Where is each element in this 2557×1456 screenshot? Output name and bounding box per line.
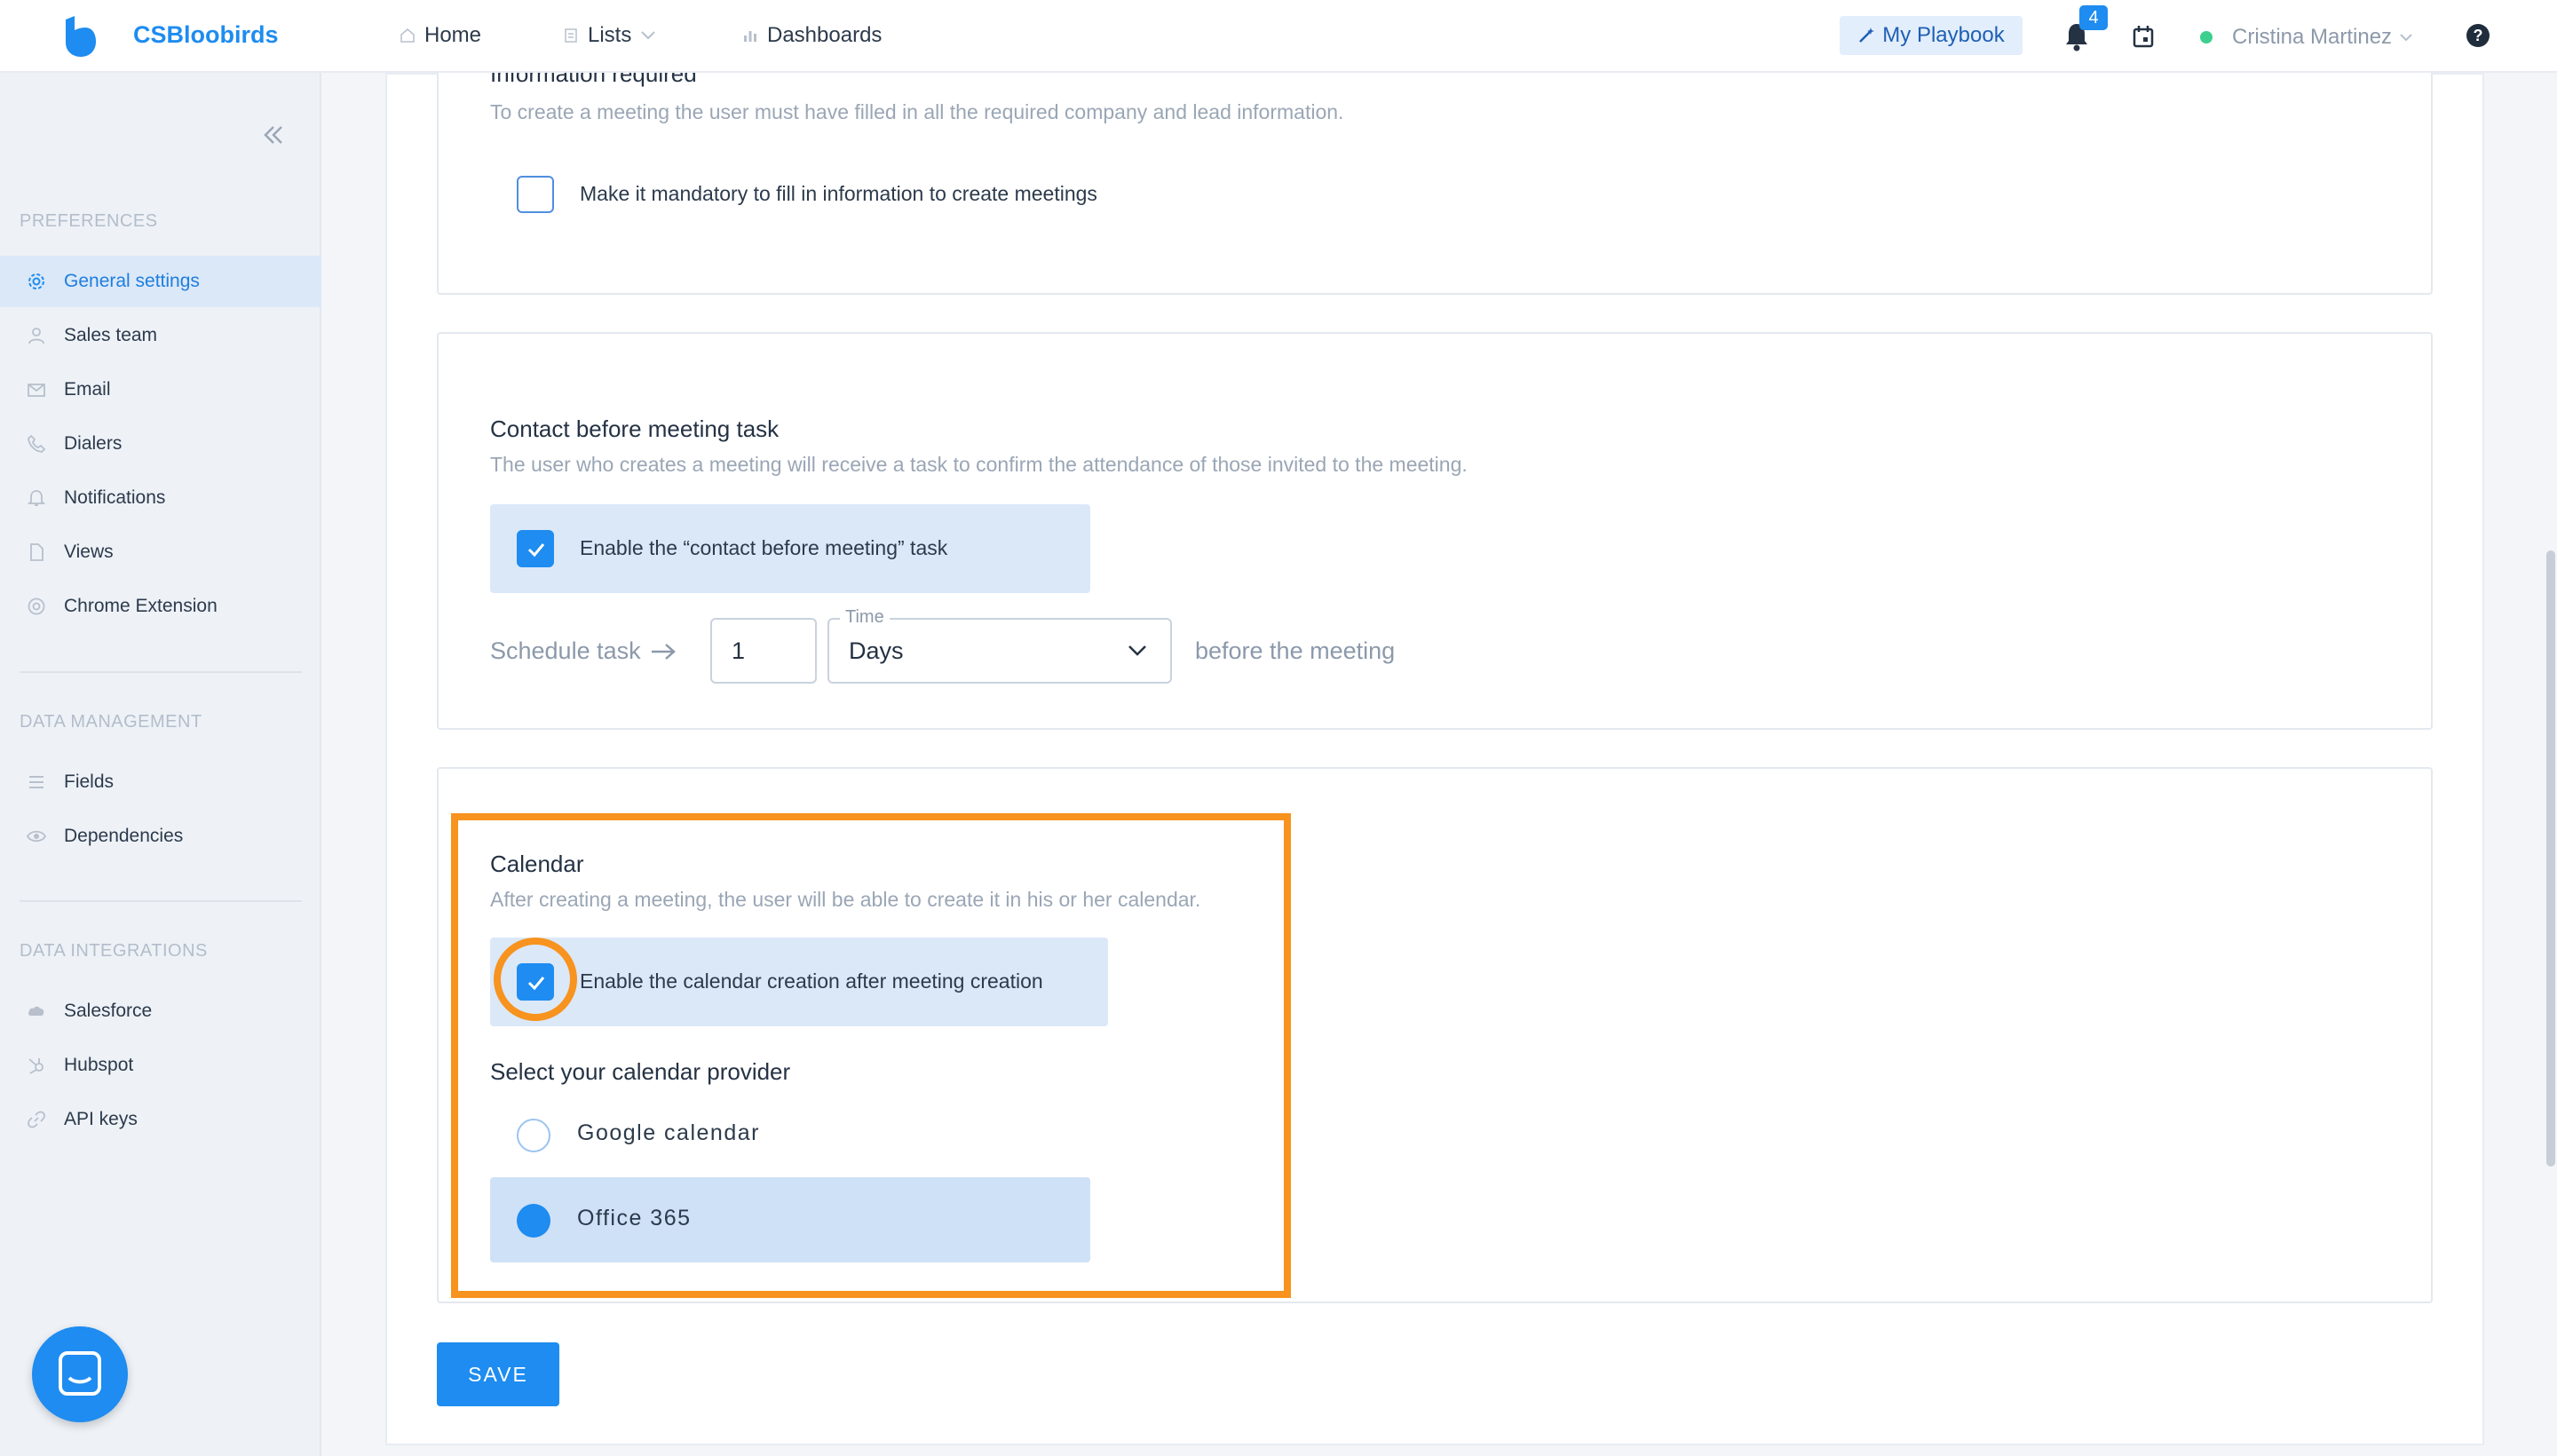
chevron-down-icon bbox=[1128, 645, 1146, 656]
time-unit-select[interactable]: Time Days bbox=[827, 607, 1172, 684]
sidebar-item-label: Dialers bbox=[64, 433, 123, 454]
user-name: Cristina Martinez bbox=[2232, 25, 2393, 49]
document-icon bbox=[30, 543, 44, 561]
bell-icon bbox=[27, 490, 46, 506]
chat-icon bbox=[59, 1351, 101, 1396]
preferences-section-label: PREFERENCES bbox=[20, 211, 158, 231]
notification-count-badge: 4 bbox=[2079, 5, 2108, 30]
chat-widget-button[interactable] bbox=[32, 1326, 128, 1422]
mandatory-info-checkbox[interactable] bbox=[517, 176, 554, 213]
vertical-scrollbar[interactable] bbox=[2546, 550, 2555, 1167]
gear-icon bbox=[28, 273, 44, 289]
nav-lists-label: Lists bbox=[588, 23, 632, 47]
sidebar-item-label: General settings bbox=[64, 271, 200, 291]
contact-task-checkbox[interactable] bbox=[517, 530, 554, 567]
contact-before-meeting-title: Contact before meeting task bbox=[490, 415, 780, 442]
magic-wand-icon bbox=[1859, 28, 1875, 43]
chevron-down-icon bbox=[2400, 34, 2412, 42]
sidebar-item-email[interactable]: Email bbox=[0, 364, 321, 415]
sidebar-item-label: Chrome Extension bbox=[64, 596, 218, 616]
nav-dashboards-label: Dashboards bbox=[767, 23, 883, 47]
my-playbook-button[interactable]: My Playbook bbox=[1840, 16, 2023, 55]
sidebar-divider bbox=[20, 671, 302, 673]
sidebar-divider bbox=[20, 900, 302, 902]
sidebar-item-label: API keys bbox=[64, 1109, 138, 1129]
sidebar-item-general-settings[interactable]: General settings bbox=[0, 256, 321, 307]
mandatory-info-checkbox-label[interactable]: Make it mandatory to fill in information… bbox=[580, 182, 1097, 206]
bar-chart-icon bbox=[744, 31, 756, 42]
checkmark-icon bbox=[527, 543, 545, 558]
sidebar-item-api-keys[interactable]: API keys bbox=[0, 1094, 321, 1145]
sidebar-item-label: Hubspot bbox=[64, 1055, 134, 1075]
time-select-value: Days bbox=[849, 637, 904, 664]
sidebar-item-label: Fields bbox=[64, 772, 115, 792]
top-navigation-bar: CSBloobirds Home Lists Dashboards My Pla… bbox=[0, 0, 2557, 73]
help-icon[interactable]: ? bbox=[2466, 24, 2490, 47]
schedule-task-text: Schedule task bbox=[490, 637, 641, 664]
before-the-meeting-label: before the meeting bbox=[1195, 637, 1396, 664]
sidebar-item-hubspot[interactable]: Hubspot bbox=[0, 1040, 321, 1091]
cloud-icon bbox=[28, 1006, 44, 1016]
sidebar-item-dependencies[interactable]: Dependencies bbox=[0, 811, 321, 862]
information-required-description: To create a meeting the user must have f… bbox=[490, 100, 1344, 123]
sidebar-item-chrome-extension[interactable]: Chrome Extension bbox=[0, 581, 321, 632]
sidebar-item-label: Email bbox=[64, 379, 111, 400]
link-icon bbox=[28, 1111, 45, 1128]
contact-task-checkbox-label[interactable]: Enable the “contact before meeting” task bbox=[580, 536, 947, 560]
schedule-task-label: Schedule task bbox=[490, 637, 677, 665]
brand-name[interactable]: CSBloobirds bbox=[133, 21, 279, 49]
eye-icon bbox=[27, 830, 46, 843]
chrome-icon bbox=[28, 597, 45, 615]
list-icon bbox=[565, 28, 577, 43]
contact-before-meeting-description: The user who creates a meeting will rece… bbox=[490, 453, 1468, 476]
sidebar-item-sales-team[interactable]: Sales team bbox=[0, 310, 321, 361]
sidebar-item-salesforce[interactable]: Salesforce bbox=[0, 985, 321, 1037]
my-playbook-label: My Playbook bbox=[1882, 23, 2005, 47]
sidebar-item-notifications[interactable]: Notifications bbox=[0, 472, 321, 524]
time-select-legend: Time bbox=[840, 607, 890, 628]
settings-sidebar: PREFERENCES General settings Sales team … bbox=[0, 73, 321, 1456]
home-icon bbox=[400, 28, 415, 43]
envelope-icon bbox=[28, 384, 45, 397]
nav-lists[interactable]: Lists bbox=[563, 23, 656, 48]
phone-icon bbox=[28, 434, 46, 453]
list-icon bbox=[29, 776, 44, 788]
nav-home-label: Home bbox=[424, 23, 482, 47]
calendar-icon[interactable] bbox=[2133, 25, 2154, 48]
online-status-dot bbox=[2200, 31, 2213, 44]
sidebar-item-views[interactable]: Views bbox=[0, 526, 321, 578]
collapse-sidebar-icon[interactable] bbox=[261, 123, 286, 147]
schedule-amount-input[interactable]: 1 bbox=[710, 618, 817, 684]
data-integrations-section-label: DATA INTEGRATIONS bbox=[20, 941, 208, 961]
user-menu[interactable]: Cristina Martinez bbox=[2232, 25, 2413, 50]
sidebar-item-label: Salesforce bbox=[64, 1001, 153, 1021]
hubspot-icon bbox=[28, 1058, 44, 1074]
sidebar-item-label: Dependencies bbox=[64, 826, 184, 846]
sidebar-item-dialers[interactable]: Dialers bbox=[0, 418, 321, 470]
sidebar-item-label: Notifications bbox=[64, 487, 166, 508]
calendar-checkbox-highlight-circle bbox=[494, 938, 577, 1021]
sidebar-item-fields[interactable]: Fields bbox=[0, 756, 321, 808]
chevron-down-icon bbox=[641, 31, 656, 40]
data-management-section-label: DATA MANAGEMENT bbox=[20, 712, 202, 732]
nav-home[interactable]: Home bbox=[400, 23, 481, 48]
user-icon bbox=[28, 328, 44, 344]
calendar-highlight-box bbox=[451, 813, 1291, 1298]
sidebar-item-label: Sales team bbox=[64, 325, 158, 345]
sidebar-item-label: Views bbox=[64, 542, 114, 562]
nav-dashboards[interactable]: Dashboards bbox=[742, 23, 882, 48]
save-button[interactable]: SAVE bbox=[437, 1342, 559, 1406]
information-required-card bbox=[437, 53, 2433, 295]
arrow-right-icon bbox=[651, 643, 676, 660]
bloobirds-logo-icon[interactable] bbox=[62, 16, 98, 57]
